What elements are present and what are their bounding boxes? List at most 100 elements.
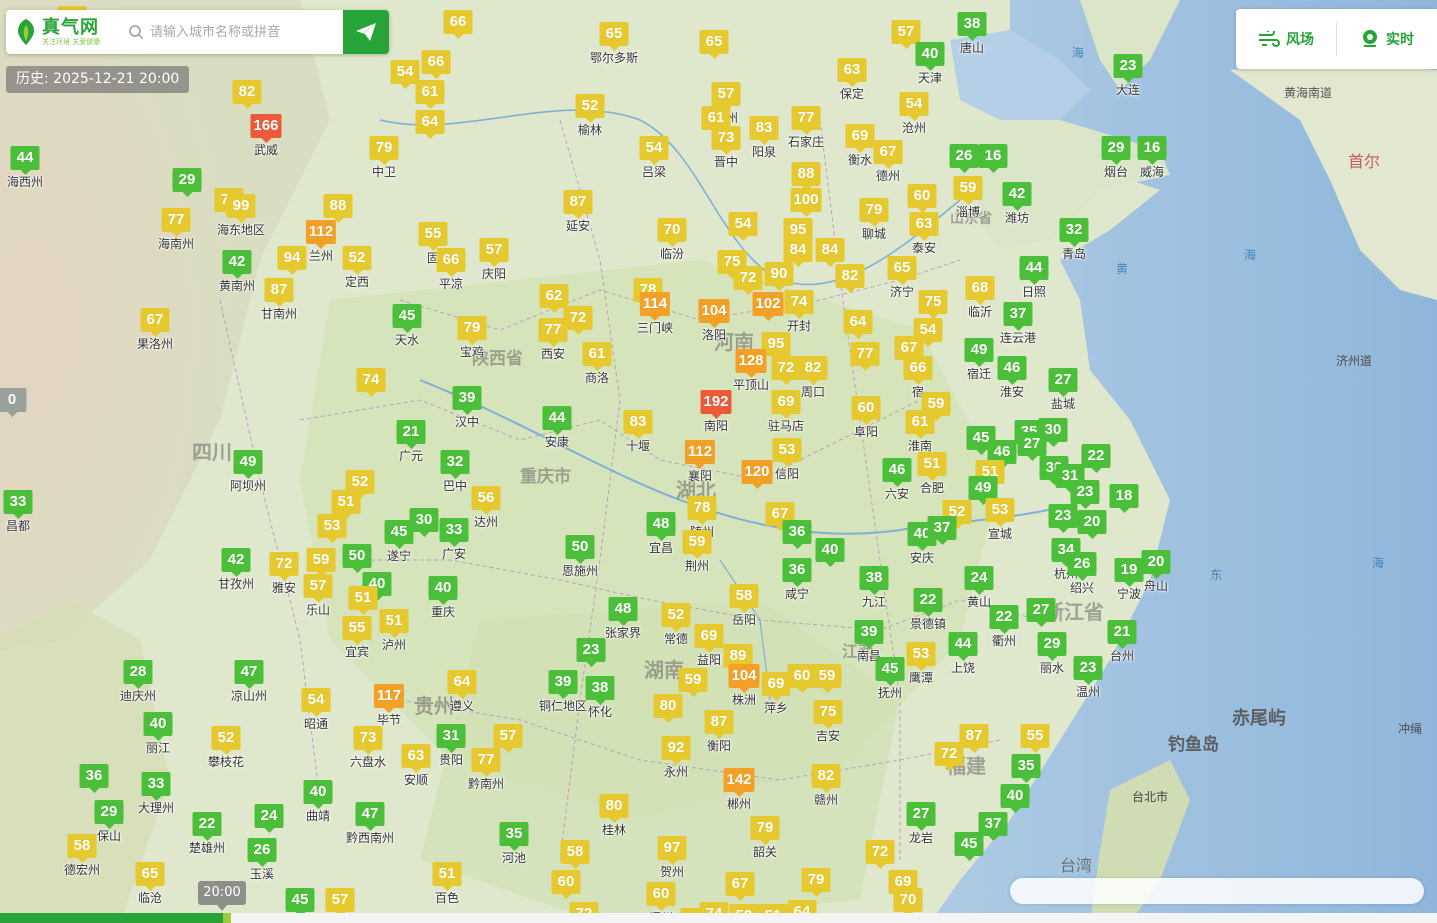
aqi-station-marker[interactable]: 59 (812, 664, 842, 693)
aqi-station-marker[interactable]: 61 (415, 80, 445, 109)
city-name-label: 益阳 (696, 653, 722, 667)
aqi-station-marker[interactable]: 79 (801, 868, 831, 897)
aqi-station-marker[interactable]: 72 (771, 356, 801, 385)
timeline-track[interactable] (0, 913, 1437, 923)
aqi-value: 49 (968, 476, 998, 505)
station-city-name: 宜昌 (649, 533, 673, 556)
aqi-station-marker[interactable]: 75 (918, 290, 948, 319)
aqi-station-marker[interactable]: 84 (815, 238, 845, 267)
aqi-station-marker[interactable]: 64 (415, 110, 445, 139)
timeline-handle[interactable] (222, 913, 231, 923)
station-city-name: 攀枝花 (208, 747, 244, 770)
station-city-name: 保定 (840, 79, 864, 102)
sea-label: 东 (1210, 568, 1223, 582)
aqi-station-marker[interactable]: 59 (306, 548, 336, 577)
aqi-value: 37 (927, 516, 957, 545)
aqi-station-marker[interactable]: 60 (551, 870, 581, 899)
aqi-station-marker[interactable]: 23 (1048, 504, 1078, 533)
aqi-station-marker[interactable]: 72 (865, 840, 895, 869)
station-city-name: 烟台 (1104, 157, 1128, 180)
brand-name: 真气网 (42, 16, 99, 38)
map-canvas[interactable]: 四川 重庆市 陕西省 山东省 湖北 浙江省 福建 湖南 河南 贵州 江西 海 黄… (0, 0, 1437, 923)
aqi-station-marker[interactable]: 23 (1070, 480, 1100, 509)
aqi-station-marker[interactable]: 80 (653, 694, 683, 723)
aqi-station-marker[interactable]: 50 (342, 544, 372, 573)
aqi-station-marker[interactable]: 16 (978, 144, 1008, 173)
aqi-station-marker[interactable]: 53 (317, 514, 347, 543)
aqi-station-marker[interactable]: 20 (1077, 510, 1107, 539)
city-search-input[interactable] (150, 12, 343, 52)
aqi-station-marker[interactable]: 72 (934, 742, 964, 771)
aqi-station-marker[interactable]: 29 (172, 168, 202, 197)
aqi-station-marker[interactable]: 57 (493, 724, 523, 753)
wind-field-toggle[interactable]: 风场 (1236, 9, 1336, 69)
aqi-station-marker[interactable]: 49 (968, 476, 998, 505)
aqi-station-marker[interactable]: 82 (232, 80, 262, 109)
aqi-station-marker[interactable]: 87 (959, 724, 989, 753)
aqi-station-marker[interactable]: 45 (954, 832, 984, 861)
search-submit-button[interactable] (343, 10, 389, 54)
aqi-station-marker[interactable]: 84 (783, 238, 813, 267)
site-logo[interactable]: 真气网 关注环境 关爱健康 (6, 17, 124, 47)
city-name-label: 韶关 (752, 845, 778, 859)
aqi-station-marker[interactable]: 55 (1020, 724, 1050, 753)
station-city-name: 洛阳 (702, 320, 726, 343)
aqi-station-marker[interactable]: 22 (1081, 444, 1111, 473)
aqi-station-marker[interactable]: 72 (563, 306, 593, 335)
aqi-station-marker[interactable]: 90 (764, 262, 794, 291)
aqi-station-marker[interactable]: 72 (733, 266, 763, 295)
aqi-station-marker[interactable]: 77 (850, 342, 880, 371)
realtime-toggle[interactable]: 实时 (1337, 9, 1437, 69)
station-city-name: 商洛 (585, 363, 609, 386)
aqi-station-marker[interactable]: 82 (835, 264, 865, 293)
aqi-station-marker[interactable]: 66 (421, 50, 451, 79)
aqi-station-marker[interactable]: 67 (725, 872, 755, 901)
aqi-station-marker[interactable]: 102 (752, 292, 784, 321)
aqi-station-marker[interactable]: 36 (79, 764, 109, 793)
aqi-station-marker[interactable]: 54 (728, 212, 758, 241)
aqi-station-marker[interactable]: 24 (254, 804, 284, 833)
city-name-label: 三门峡 (636, 321, 674, 335)
aqi-station-marker[interactable]: 0 (0, 388, 27, 417)
aqi-value: 79 (801, 868, 831, 897)
aqi-station-marker[interactable]: 120 (741, 460, 773, 489)
aqi-station-marker[interactable]: 36 (782, 520, 812, 549)
city-name-label: 广安 (441, 547, 467, 561)
city-name-label: 攀枝花 (207, 755, 245, 769)
aqi-station-marker[interactable]: 65 (699, 30, 729, 59)
city-name-label: 六盘水 (349, 755, 387, 769)
aqi-station-marker[interactable]: 59 (678, 668, 708, 697)
aqi-station-marker[interactable]: 58 (560, 840, 590, 869)
aqi-station-marker[interactable]: 64 (843, 310, 873, 339)
aqi-station-marker[interactable]: 40 (815, 538, 845, 567)
aqi-station-marker[interactable]: 51 (348, 586, 378, 615)
aqi-station-marker[interactable]: 40 (1000, 784, 1030, 813)
aqi-station-marker[interactable]: 88 (323, 194, 353, 223)
city-name-label: 六安 (884, 487, 910, 501)
station-city-name: 贺州 (660, 857, 684, 880)
aqi-station-marker[interactable]: 27 (1017, 432, 1047, 461)
aqi-station-marker[interactable]: 94 (277, 246, 307, 275)
aqi-station-marker[interactable]: 35 (1011, 754, 1041, 783)
aqi-station-marker[interactable]: 88 (791, 162, 821, 191)
aqi-station-marker[interactable]: 66 (443, 10, 473, 39)
aqi-station-marker[interactable]: 74 (356, 368, 386, 397)
aqi-station-marker[interactable]: 26 (949, 144, 979, 173)
city-name-label: 西安 (540, 347, 566, 361)
aqi-station-marker[interactable]: 23 (576, 638, 606, 667)
station-city-name: 武威 (254, 135, 278, 158)
aqi-station-marker[interactable]: 62 (539, 284, 569, 313)
aqi-station-marker[interactable]: 27 (1026, 598, 1056, 627)
station-city-name: 抚州 (878, 678, 902, 701)
aqi-station-marker[interactable]: 61 (701, 106, 731, 135)
aqi-station-marker[interactable]: 57 (891, 20, 921, 49)
city-name-label: 兰州 (308, 249, 334, 263)
aqi-station-marker[interactable]: 51 (331, 490, 361, 519)
aqi-station-marker[interactable]: 100 (790, 188, 822, 217)
aqi-station-marker[interactable]: 18 (1109, 484, 1139, 513)
city-name-label: 开封 (786, 319, 812, 333)
aqi-station-marker[interactable]: 37 (927, 516, 957, 545)
station-city-name: 天水 (395, 325, 419, 348)
aqi-station-marker[interactable]: 30 (409, 508, 439, 537)
aqi-station-marker[interactable]: 60 (907, 184, 937, 213)
